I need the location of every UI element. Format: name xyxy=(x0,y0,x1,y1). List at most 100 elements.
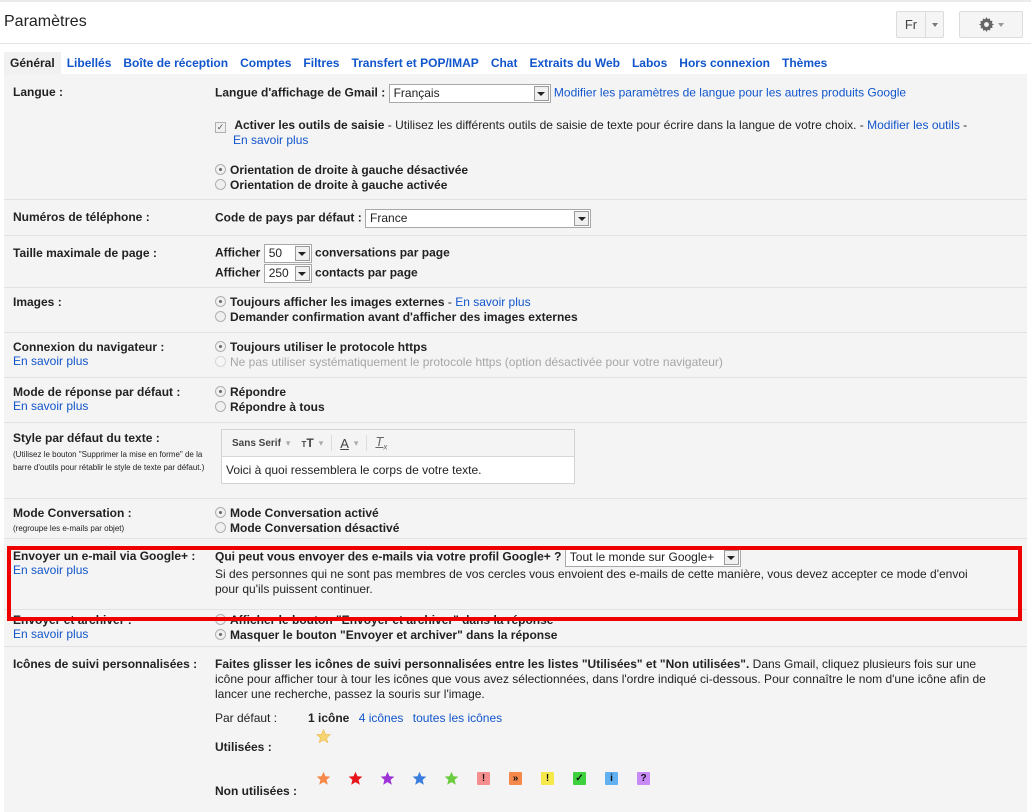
rtl-off-radio[interactable] xyxy=(215,164,226,175)
preset-1-icon[interactable]: 1 icône xyxy=(308,711,349,725)
page-size-setting: Afficher 50 conversations par page Affic… xyxy=(215,244,450,284)
setting-label-text: Style par défaut du texte : xyxy=(13,431,160,445)
chevron-down-icon: ▾ xyxy=(318,437,324,448)
chevron-down-icon: ▾ xyxy=(285,437,291,448)
remove-formatting-icon[interactable]: Tx xyxy=(375,434,387,452)
conversation-off-radio[interactable] xyxy=(215,522,226,533)
gplus-email-value: Tout le monde sur Google+ xyxy=(569,550,715,564)
learn-more-link[interactable]: En savoir plus xyxy=(233,133,308,147)
tab-general[interactable]: Général xyxy=(4,52,61,74)
page-title: Paramètres xyxy=(4,13,87,30)
conversation-view-setting: Mode Conversation activé Mode Conversati… xyxy=(215,506,399,536)
images-always-radio[interactable] xyxy=(215,296,226,307)
conversation-on-radio[interactable] xyxy=(215,507,226,518)
tab-offline[interactable]: Hors connexion xyxy=(673,52,776,74)
learn-more-link[interactable]: En savoir plus xyxy=(455,295,530,309)
reply-mode-setting: Répondre Répondre à tous xyxy=(215,385,325,415)
tab-themes[interactable]: Thèmes xyxy=(776,52,833,74)
send-archive-hide-label: Masquer le bouton "Envoyer et archiver" … xyxy=(230,628,558,642)
browser-connection-setting: Toujours utiliser le protocole https Ne … xyxy=(215,340,723,370)
tab-labels[interactable]: Libellés xyxy=(61,52,118,74)
red-bang-icon[interactable]: ! xyxy=(477,772,490,785)
green-check-icon[interactable]: ✓ xyxy=(573,772,586,785)
orange-guillemet-icon[interactable]: » xyxy=(509,772,522,785)
input-tools-desc: - Utilisez les différents outils de sais… xyxy=(384,118,868,132)
stars-presets: Par défaut : 1 icône 4 icônes toutes les … xyxy=(215,707,1015,729)
learn-more-link[interactable]: En savoir plus xyxy=(13,399,180,413)
learn-more-link[interactable]: En savoir plus xyxy=(13,354,164,368)
custom-stars-setting: Faites glisser les icônes de suivi perso… xyxy=(215,657,1015,729)
https-always-label: Toujours utiliser le protocole https xyxy=(230,340,428,354)
settings-content: Langue : Langue d'affichage de Gmail : F… xyxy=(4,74,1027,812)
https-not-always-radio xyxy=(215,356,226,367)
send-archive-hide-radio[interactable] xyxy=(215,629,226,640)
setting-row-send-archive: Envoyer et archiver : En savoir plus Aff… xyxy=(4,610,1027,647)
reply-all-label: Répondre à tous xyxy=(230,400,325,414)
text-style-preview: Voici à quoi ressemblera le corps de vot… xyxy=(222,457,574,483)
font-size-icon[interactable]: TT xyxy=(301,436,313,450)
setting-row-conversation-view: Mode Conversation : (regroupe les e-mail… xyxy=(4,499,1027,539)
green-star-icon[interactable] xyxy=(444,771,459,786)
stars-desc: Dans Gmail, cliquez plusieurs fois sur u… xyxy=(749,657,977,671)
tab-accounts[interactable]: Comptes xyxy=(234,52,297,74)
conversation-hint: (regroupe les e-mails par objet) xyxy=(13,524,125,533)
stars-desc: lancer une recherche, passez la souris s… xyxy=(215,687,485,701)
blue-star-icon[interactable] xyxy=(412,771,427,786)
https-not-always-label: Ne pas utiliser systématiquement le prot… xyxy=(230,355,723,369)
tab-labs[interactable]: Labos xyxy=(626,52,673,74)
reply-radio[interactable] xyxy=(215,386,226,397)
settings-button[interactable] xyxy=(959,11,1023,38)
other-products-language-link[interactable]: Modifier les paramètres de langue pour l… xyxy=(554,86,906,100)
learn-more-link[interactable]: En savoir plus xyxy=(13,627,132,641)
learn-more-link[interactable]: En savoir plus xyxy=(13,563,195,577)
country-code-value: France xyxy=(370,211,408,225)
reply-label: Répondre xyxy=(230,385,287,399)
chevron-down-icon xyxy=(294,266,310,281)
purple-star-icon[interactable] xyxy=(380,771,395,786)
yellow-bang-icon[interactable]: ! xyxy=(541,772,554,785)
font-family-button[interactable]: Sans Serif xyxy=(232,438,281,449)
https-always-radio[interactable] xyxy=(215,341,226,352)
language-button[interactable]: Fr xyxy=(896,11,944,38)
images-ask-radio[interactable] xyxy=(215,311,226,322)
country-code-select[interactable]: France xyxy=(365,209,592,228)
setting-label-text: Envoyer et archiver : xyxy=(13,613,132,627)
chevron-down-icon xyxy=(997,22,1004,27)
gplus-email-select[interactable]: Tout le monde sur Google+ xyxy=(564,548,741,567)
blue-info-icon[interactable]: i xyxy=(605,772,618,785)
red-star-icon[interactable] xyxy=(348,771,363,786)
images-always-label: Toujours afficher les images externes xyxy=(230,295,445,309)
preset-all-icons-link[interactable]: toutes les icônes xyxy=(413,711,502,725)
setting-label-text: Mode Conversation : xyxy=(13,506,132,520)
preset-4-icons-link[interactable]: 4 icônes xyxy=(359,711,404,725)
text-color-icon[interactable]: A xyxy=(340,436,349,451)
conversation-off-label: Mode Conversation désactivé xyxy=(230,521,400,535)
orange-star-icon[interactable] xyxy=(316,771,331,786)
modify-tools-link[interactable]: Modifier les outils xyxy=(867,118,960,132)
yellow-star-icon[interactable] xyxy=(316,729,331,744)
input-tools-checkbox[interactable]: ✓ xyxy=(215,122,226,133)
reply-all-radio[interactable] xyxy=(215,401,226,412)
tab-chat[interactable]: Chat xyxy=(485,52,524,74)
tab-filters[interactable]: Filtres xyxy=(297,52,345,74)
setting-label-text: Mode de réponse par défaut : xyxy=(13,385,181,399)
contacts-per-page-select[interactable]: 250 xyxy=(263,264,312,283)
purple-question-icon[interactable]: ? xyxy=(637,772,650,785)
conversations-per-page-select[interactable]: 50 xyxy=(263,244,312,263)
rtl-on-radio[interactable] xyxy=(215,179,226,190)
tab-inbox[interactable]: Boîte de réception xyxy=(117,52,234,74)
send-archive-show-radio[interactable] xyxy=(215,614,226,625)
language-select-value: Français xyxy=(393,86,440,100)
tab-forwarding-pop-imap[interactable]: Transfert et POP/IMAP xyxy=(345,52,484,74)
chevron-down-icon[interactable] xyxy=(926,12,943,37)
tab-web-clips[interactable]: Extraits du Web xyxy=(523,52,625,74)
setting-row-page-size: Taille maximale de page : Afficher 50 co… xyxy=(4,236,1027,288)
images-ask-label: Demander confirmation avant d'afficher d… xyxy=(230,310,578,324)
language-select[interactable]: Français xyxy=(388,84,551,103)
chevron-down-icon xyxy=(723,550,739,565)
country-code-setting: Code de pays par défaut : France xyxy=(215,209,592,228)
setting-label: Envoyer un e-mail via Google+ : En savoi… xyxy=(13,549,195,577)
setting-label: Mode Conversation : (regroupe les e-mail… xyxy=(13,506,132,537)
chevron-down-icon xyxy=(533,86,549,101)
show-label: Afficher xyxy=(215,245,261,260)
